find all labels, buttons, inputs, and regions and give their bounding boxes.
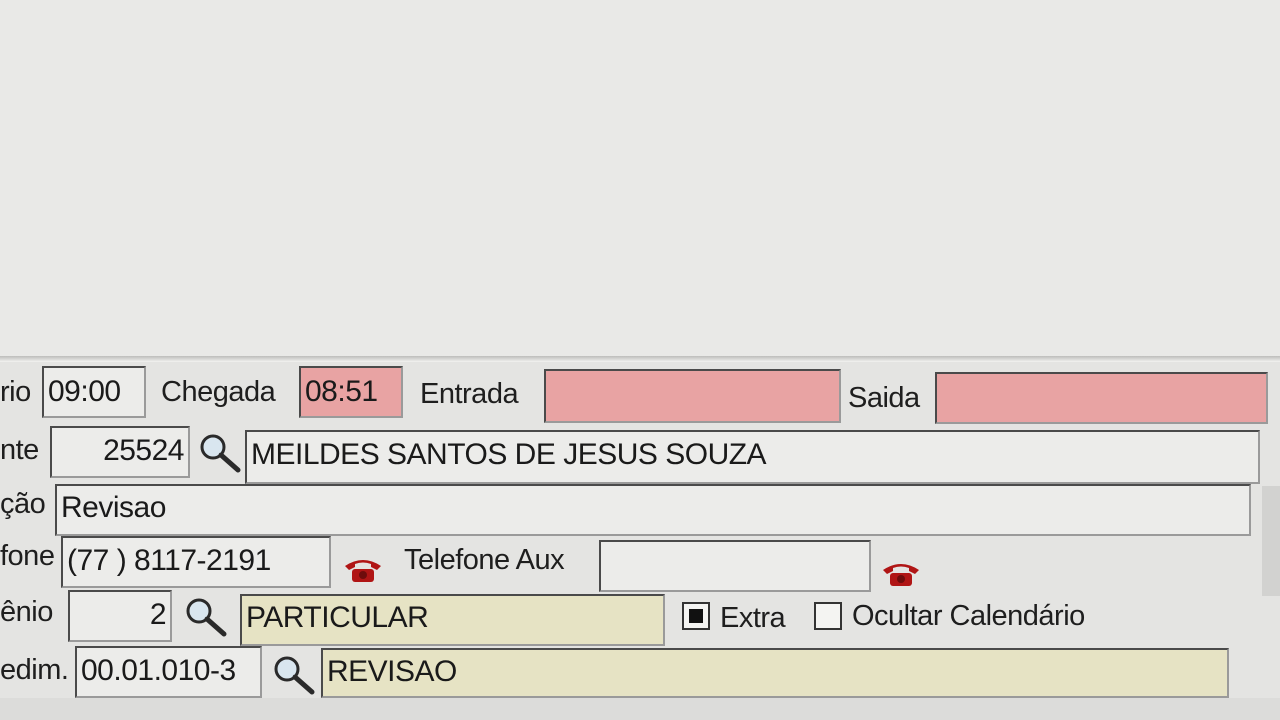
observacao-label: ção <box>0 488 46 520</box>
bottom-strip <box>0 698 1280 720</box>
phone-icon[interactable] <box>342 556 384 584</box>
telefone-field[interactable]: (77 ) 8117-2191 <box>61 536 331 588</box>
ocultar-calendario-label: Ocultar Calendário <box>852 600 1085 632</box>
observacao-field[interactable]: Revisao <box>55 484 1251 536</box>
extra-checkbox[interactable] <box>682 602 710 630</box>
saida-label: Saida <box>848 382 920 414</box>
ocultar-calendario-checkbox[interactable] <box>814 602 842 630</box>
procedimento-label: edim. <box>0 654 69 686</box>
paciente-label: nte <box>0 434 39 466</box>
empty-panel <box>0 0 1280 362</box>
saida-field[interactable] <box>935 372 1268 424</box>
horario-field[interactable]: 09:00 <box>42 366 146 418</box>
search-icon[interactable] <box>272 654 316 696</box>
appointment-form: rio 09:00 Chegada 08:51 Entrada Saida nt… <box>0 362 1280 720</box>
scrollbar[interactable] <box>1262 486 1280 596</box>
horario-label: rio <box>0 376 31 408</box>
entrada-field[interactable] <box>544 369 841 423</box>
entrada-label: Entrada <box>420 378 519 410</box>
paciente-code-field[interactable]: 25524 <box>50 426 190 478</box>
procedimento-code-field[interactable]: 00.01.010-3 <box>75 646 262 698</box>
telefone-aux-label: Telefone Aux <box>404 544 565 576</box>
telefone-aux-field[interactable] <box>599 540 871 592</box>
extra-label: Extra <box>720 602 786 634</box>
paciente-name-field[interactable]: MEILDES SANTOS DE JESUS SOUZA <box>245 430 1260 484</box>
search-icon[interactable] <box>184 596 228 638</box>
convenio-label: ênio <box>0 596 53 628</box>
chegada-label: Chegada <box>161 376 276 408</box>
telefone-label: fone <box>0 540 55 572</box>
search-icon[interactable] <box>198 432 242 474</box>
convenio-name-field[interactable]: PARTICULAR <box>240 594 665 646</box>
procedimento-name-field[interactable]: REVISAO <box>321 648 1229 698</box>
phone-icon[interactable] <box>880 560 922 588</box>
chegada-field[interactable]: 08:51 <box>299 366 403 418</box>
convenio-code-field[interactable]: 2 <box>68 590 172 642</box>
